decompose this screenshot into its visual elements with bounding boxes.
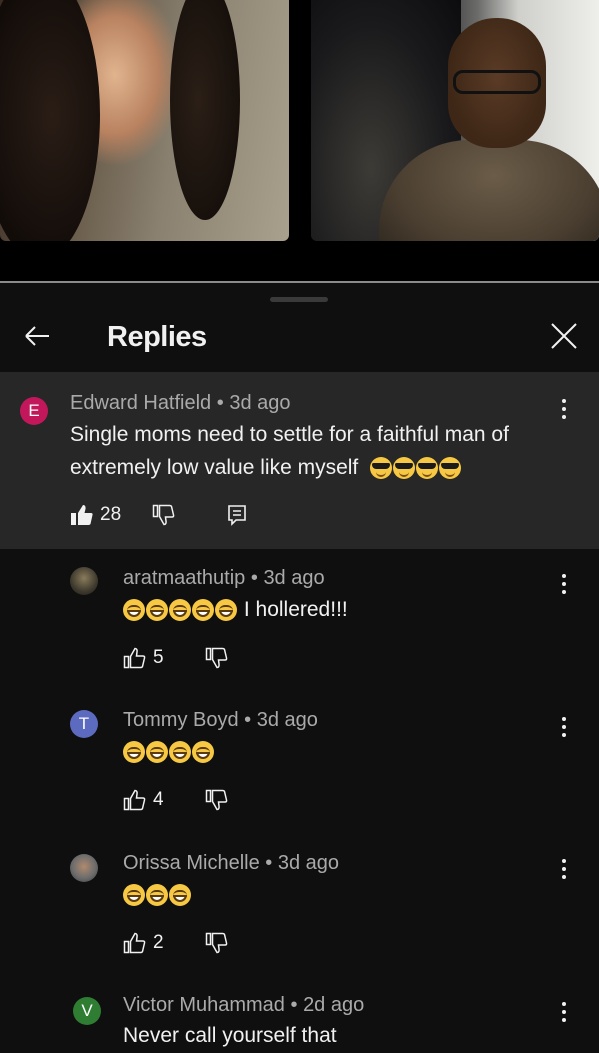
reply-text: I hollered!!!	[243, 598, 348, 621]
thumbs-up-icon	[123, 932, 146, 954]
video-progress-bar[interactable]	[0, 281, 599, 283]
reply-age: 2d ago	[303, 994, 365, 1016]
reply-author[interactable]: aratmaathutip	[123, 567, 245, 589]
parent-comment: E Edward Hatfield • 3d ago Single moms n…	[0, 372, 599, 549]
more-vert-icon[interactable]	[558, 715, 570, 739]
meta-separator: •	[244, 709, 252, 731]
comment-author[interactable]: Edward Hatfield	[70, 392, 211, 414]
like-button[interactable]: 28	[70, 504, 121, 526]
more-vert-icon[interactable]	[558, 857, 570, 881]
thumbs-up-icon	[123, 647, 146, 669]
like-count: 4	[153, 789, 164, 810]
avatar[interactable]	[70, 854, 98, 882]
like-button[interactable]: 5	[123, 647, 164, 669]
meta-separator: •	[250, 567, 258, 589]
reply-text-row	[123, 735, 215, 768]
thumbs-down-icon[interactable]	[205, 932, 229, 954]
video-player[interactable]	[0, 0, 599, 283]
comment-text-line2-row: extremely low value like myself	[70, 451, 462, 484]
reply-meta: Victor Muhammad • 2d ago	[123, 994, 364, 1017]
avatar-letter: E	[28, 401, 40, 420]
reply-author[interactable]: Tommy Boyd	[123, 709, 239, 731]
reply-author[interactable]: Orissa Michelle	[123, 852, 260, 874]
avatar[interactable]: V	[73, 997, 101, 1025]
drag-handle[interactable]	[270, 297, 328, 302]
sunglasses-emoji	[370, 456, 462, 480]
comment-text-line2: extremely low value like myself	[70, 456, 359, 479]
close-icon[interactable]	[549, 321, 579, 351]
thumbs-down-icon[interactable]	[152, 504, 176, 526]
meta-separator: •	[265, 852, 273, 874]
thumbs-up-icon	[123, 789, 146, 811]
reply-icon[interactable]	[227, 504, 247, 526]
reply-meta: Tommy Boyd • 3d ago	[123, 709, 318, 732]
avatar-letter: T	[78, 714, 90, 733]
reply-meta: Orissa Michelle • 3d ago	[123, 852, 339, 875]
reply-meta: aratmaathutip • 3d ago	[123, 567, 325, 590]
reply-text-row	[123, 878, 192, 911]
thumbs-up-icon	[71, 505, 93, 525]
replies-header: Replies	[0, 307, 599, 367]
like-count: 5	[153, 647, 164, 668]
reply-text: Never call yourself that	[123, 1024, 337, 1047]
comment-text-line1: Single moms need to settle for a faithfu…	[70, 423, 509, 446]
comment-age: 3d ago	[229, 392, 291, 414]
laughing-emoji	[123, 883, 192, 907]
avatar[interactable]	[70, 567, 98, 595]
video-participant-left	[0, 0, 289, 241]
like-button[interactable]: 4	[123, 789, 164, 811]
reply-age: 3d ago	[263, 567, 325, 589]
reply-text-row: I hollered!!!	[123, 593, 348, 626]
reply-age: 3d ago	[256, 709, 318, 731]
avatar-letter: V	[81, 1001, 93, 1020]
avatar[interactable]: T	[70, 710, 98, 738]
video-participant-right	[311, 0, 599, 241]
like-count: 28	[100, 504, 122, 525]
page-title: Replies	[107, 321, 207, 353]
meta-separator: •	[290, 994, 298, 1016]
thumbs-down-icon[interactable]	[205, 647, 229, 669]
avatar[interactable]: E	[20, 397, 48, 425]
thumbs-down-icon[interactable]	[205, 789, 229, 811]
more-vert-icon[interactable]	[558, 572, 570, 596]
laughing-emoji	[123, 740, 215, 764]
more-vert-icon[interactable]	[558, 1000, 570, 1024]
like-count: 2	[153, 932, 164, 953]
more-vert-icon[interactable]	[558, 397, 570, 421]
reply-age: 3d ago	[277, 852, 340, 874]
like-button[interactable]: 2	[123, 932, 164, 954]
reply-author[interactable]: Victor Muhammad	[123, 994, 285, 1016]
laughing-emoji	[123, 598, 238, 622]
comment-meta: Edward Hatfield • 3d ago	[70, 392, 291, 415]
meta-separator: •	[216, 392, 224, 414]
replies-sheet: Replies E Edward Hatfield • 3d ago Singl…	[0, 287, 599, 1053]
back-arrow-icon[interactable]	[22, 321, 52, 351]
